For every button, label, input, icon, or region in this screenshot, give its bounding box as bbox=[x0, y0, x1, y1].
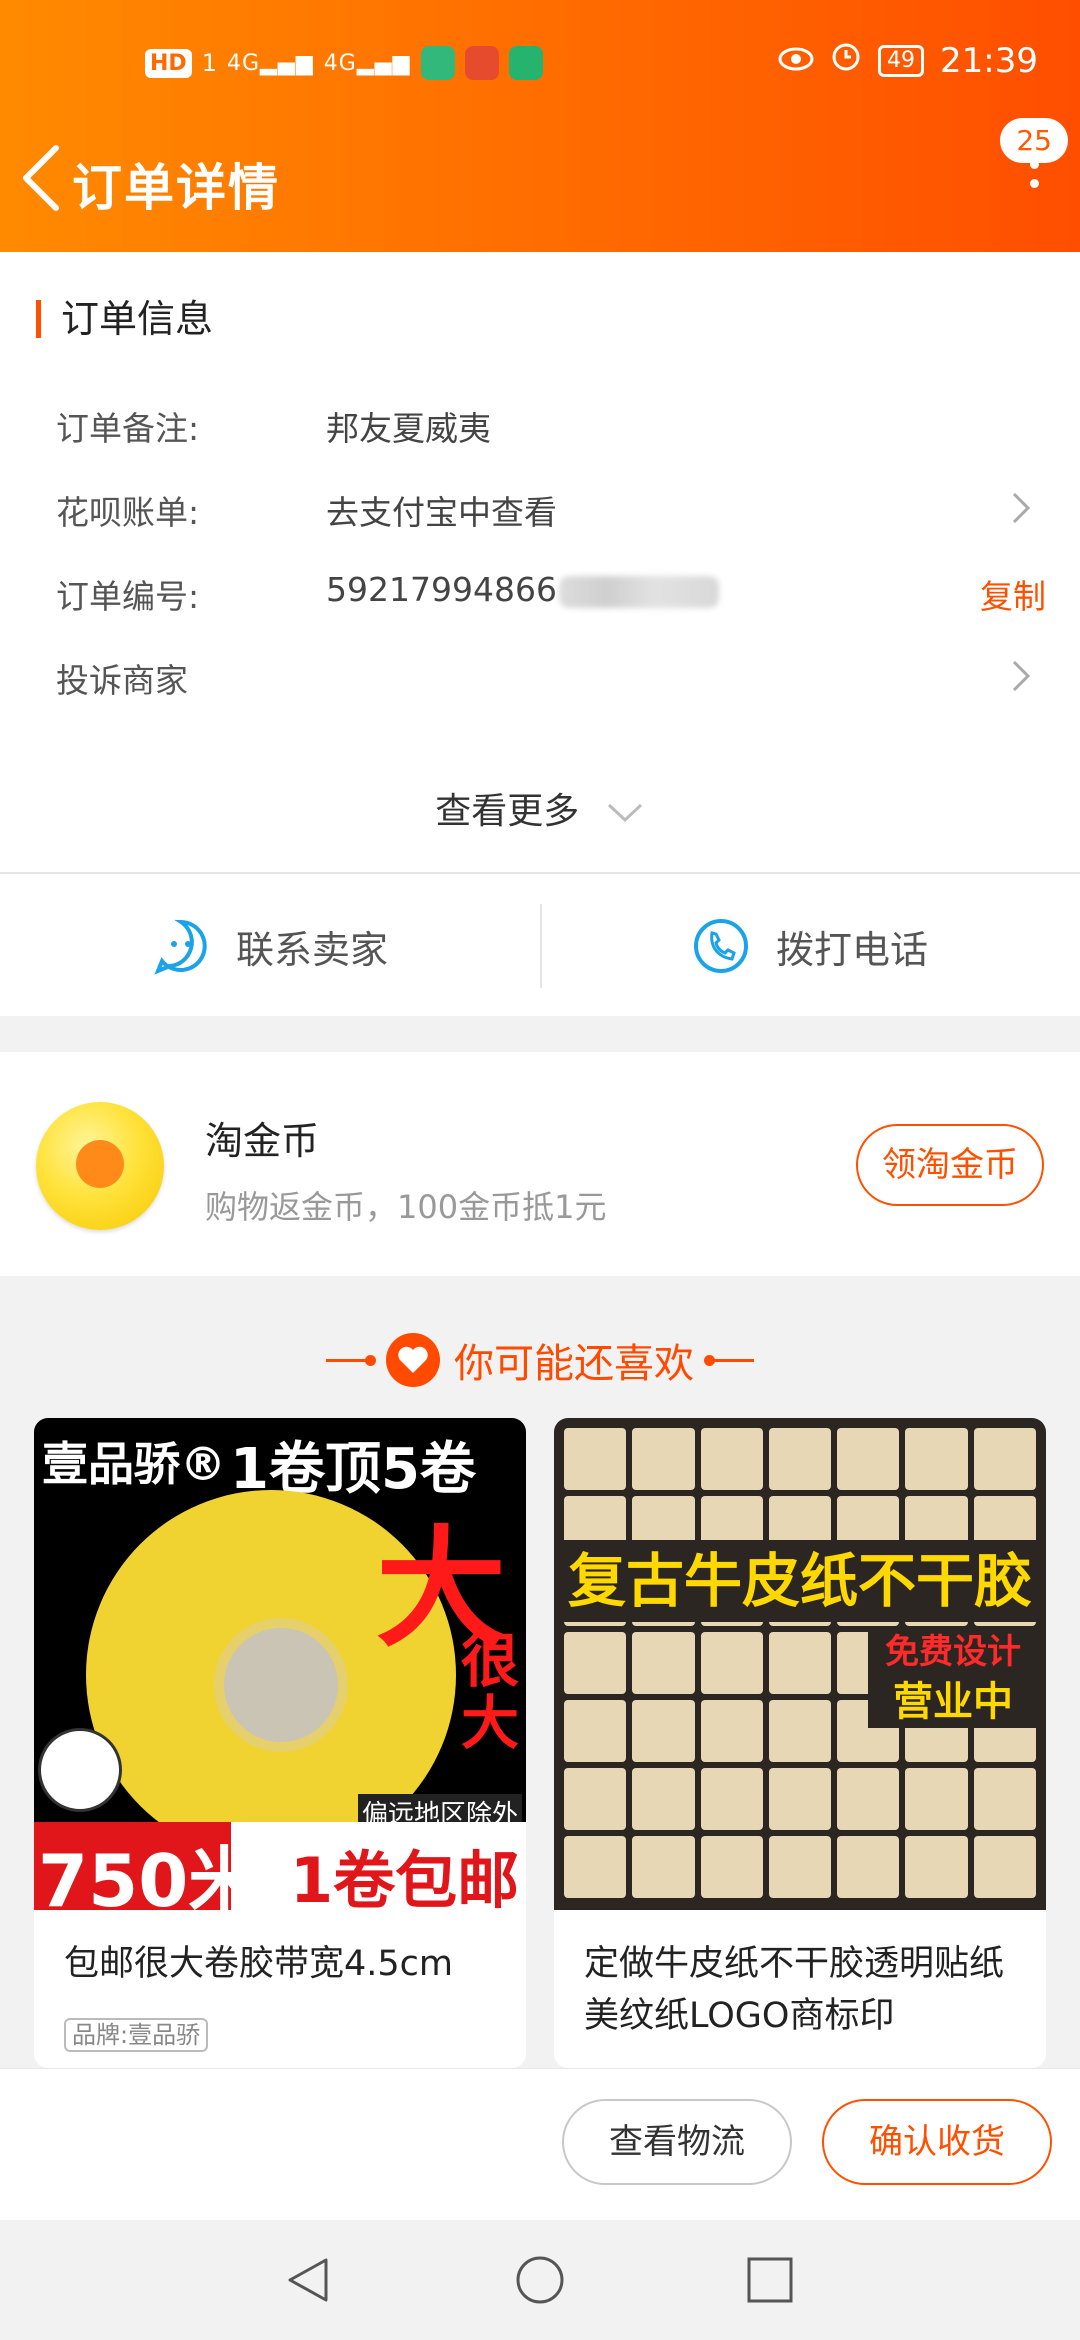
cartoon-face-graphic bbox=[38, 1728, 122, 1812]
order-remark-value: 邦友夏威夷 bbox=[326, 409, 491, 448]
nav-recents-icon[interactable] bbox=[744, 2254, 796, 2306]
message-badge: 25 bbox=[1000, 118, 1068, 163]
image-free-text: 免费设计 bbox=[868, 1628, 1038, 1676]
coin-title: 淘金币 bbox=[205, 1119, 320, 1163]
contact-seller-label: 联系卖家 bbox=[235, 927, 388, 972]
call-phone-label: 拨打电话 bbox=[775, 927, 928, 972]
signal-2-icon: 4G▂▄▆ bbox=[323, 50, 411, 76]
redacted-blur bbox=[558, 575, 719, 608]
copy-button[interactable]: 复制 bbox=[980, 570, 1046, 618]
system-navigation-bar bbox=[0, 2220, 1080, 2340]
recommend-header: 你可能还喜欢 bbox=[0, 1320, 1080, 1400]
coin-subtitle: 购物返金币，100金币抵1元 bbox=[205, 1188, 607, 1226]
image-post-text: 1卷包邮 bbox=[290, 1844, 520, 1917]
app-header: HD 1 4G▂▄▆ 4G▂▄▆ 49 21:39 订单详情 25 bbox=[0, 0, 1080, 252]
image-brand-text: 壹品骄® bbox=[42, 1437, 226, 1491]
order-number-row: 订单编号: 59217994866 复制 bbox=[56, 570, 1046, 630]
nav-home-icon[interactable] bbox=[514, 2254, 566, 2306]
view-logistics-button[interactable]: 查看物流 bbox=[562, 2099, 792, 2185]
gold-coin-icon bbox=[36, 1102, 164, 1230]
product-card[interactable]: 壹品骄® 1卷顶5卷 大 很大 偏远地区除外 750米 1卷包邮 包邮很大卷胶带… bbox=[34, 1418, 526, 2068]
nav-back-icon[interactable] bbox=[282, 2254, 334, 2306]
product-card[interactable]: 复古牛皮纸不干胶 免费设计 营业中 定做牛皮纸不干胶透明贴纸美纹纸LOGO商标印 bbox=[554, 1418, 1046, 2068]
order-number-label: 订单编号: bbox=[56, 577, 200, 616]
complain-seller-label: 投诉商家 bbox=[56, 661, 188, 700]
product-image: 复古牛皮纸不干胶 免费设计 营业中 bbox=[554, 1418, 1046, 1910]
contact-seller-button[interactable]: 联系卖家 bbox=[0, 874, 540, 1018]
brand-tag: 品牌:壹品骄 bbox=[64, 2018, 209, 2052]
confirm-receipt-button[interactable]: 确认收货 bbox=[822, 2099, 1052, 2185]
chevron-right-icon bbox=[1010, 658, 1032, 694]
hd-indicator: HD bbox=[145, 48, 192, 78]
image-length-text: 750米 bbox=[38, 1839, 261, 1923]
order-number-value: 59217994866 bbox=[326, 570, 719, 609]
chevron-right-icon bbox=[1010, 490, 1032, 526]
chat-icon bbox=[154, 919, 207, 975]
back-icon[interactable] bbox=[18, 142, 64, 214]
clock: 21:39 bbox=[940, 40, 1038, 81]
product-name: 包邮很大卷胶带宽4.5cm bbox=[64, 1944, 453, 1984]
product-name: 定做牛皮纸不干胶透明贴纸美纹纸LOGO商标印 bbox=[584, 1944, 1005, 2036]
huabei-bill-label: 花呗账单: bbox=[56, 493, 200, 532]
app-notification-icon bbox=[420, 46, 455, 80]
order-remark-label: 订单备注: bbox=[56, 409, 200, 448]
order-info-card: 订单信息 订单备注: 邦友夏威夷 花呗账单: 去支付宝中查看 订单编号: 592… bbox=[0, 252, 1080, 872]
app-notification-icon bbox=[464, 46, 499, 80]
more-options-icon[interactable] bbox=[1024, 160, 1044, 210]
see-more-label: 查看更多 bbox=[435, 791, 580, 832]
status-bar: HD 1 4G▂▄▆ 4G▂▄▆ 49 21:39 bbox=[0, 40, 1080, 90]
battery-icon: 49 bbox=[878, 44, 925, 77]
chevron-down-icon bbox=[607, 803, 642, 823]
app-notification-icon bbox=[508, 46, 543, 80]
order-remark-row: 订单备注: 邦友夏威夷 bbox=[56, 402, 1046, 462]
taojinbi-card: 淘金币 购物返金币，100金币抵1元 领淘金币 bbox=[0, 1052, 1080, 1276]
eye-icon bbox=[778, 41, 814, 81]
divider bbox=[704, 1354, 754, 1366]
status-left: HD 1 4G▂▄▆ 4G▂▄▆ bbox=[145, 46, 543, 80]
divider bbox=[326, 1354, 376, 1366]
signal-1-icon: 4G▂▄▆ bbox=[226, 50, 314, 76]
image-banner-text: 复古牛皮纸不干胶 bbox=[554, 1540, 1046, 1622]
image-open-text: 营业中 bbox=[868, 1676, 1038, 1728]
sim-indicator: 1 bbox=[201, 49, 217, 77]
see-more-button[interactable]: 查看更多 bbox=[0, 782, 1080, 834]
image-very-text: 很大 bbox=[460, 1627, 519, 1757]
claim-coin-button[interactable]: 领淘金币 bbox=[856, 1124, 1044, 1206]
status-right: 49 21:39 bbox=[778, 40, 1038, 81]
huabei-bill-value: 去支付宝中查看 bbox=[326, 493, 557, 532]
order-action-bar: 查看物流 确认收货 bbox=[0, 2068, 1080, 2220]
heart-icon bbox=[386, 1333, 440, 1387]
contact-bar: 联系卖家 拨打电话 bbox=[0, 872, 1080, 1016]
page-title: 订单详情 bbox=[72, 159, 280, 217]
call-phone-button[interactable]: 拨打电话 bbox=[540, 874, 1080, 1018]
recommend-title: 你可能还喜欢 bbox=[454, 1341, 694, 1387]
huabei-bill-row[interactable]: 花呗账单: 去支付宝中查看 bbox=[56, 486, 1046, 546]
product-image: 壹品骄® 1卷顶5卷 大 很大 偏远地区除外 750米 1卷包邮 bbox=[34, 1418, 526, 1923]
alarm-icon bbox=[830, 40, 862, 81]
complain-seller-row[interactable]: 投诉商家 bbox=[56, 654, 1046, 714]
phone-icon bbox=[693, 919, 748, 973]
